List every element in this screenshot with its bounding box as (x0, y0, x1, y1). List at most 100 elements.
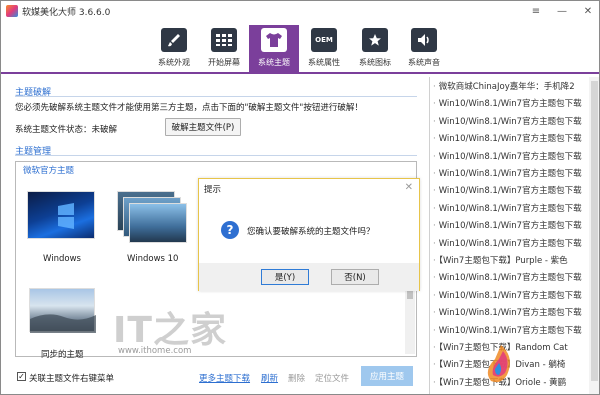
close-button[interactable]: ✕ (575, 1, 599, 21)
shirt-icon (261, 28, 287, 52)
bullet-icon: · (433, 221, 436, 232)
bullet-icon: · (433, 308, 436, 319)
news-item[interactable]: · Win10/Win8.1/Win7官方主题包下载 (433, 324, 583, 336)
news-item-text: Win10/Win8.1/Win7官方主题包下载 (438, 325, 582, 336)
news-item[interactable]: · Win10/Win8.1/Win7官方主题包下载 (433, 202, 583, 214)
crack-section-divider (15, 96, 417, 97)
theme-thumb-windows10[interactable] (129, 203, 187, 243)
news-item[interactable]: · Win10/Win8.1/Win7官方主题包下载 (433, 167, 583, 179)
minimize-button[interactable]: — (549, 1, 575, 21)
news-item-text: Win10/Win8.1/Win7官方主题包下载 (438, 290, 582, 301)
app-logo-icon (6, 5, 18, 17)
news-item-text: 【Win7主题包下载】Purple - 紫色 (438, 256, 568, 266)
tab-label: 系统声音 (408, 58, 440, 67)
news-scroll-thumb[interactable] (591, 81, 598, 381)
news-item[interactable]: · 微软商城ChinaJoy嘉年华：手机降2 (433, 80, 583, 92)
theme-thumb-synced[interactable] (29, 288, 96, 333)
bullet-icon: · (433, 343, 436, 353)
tab-system-theme[interactable]: 系统主题 (249, 25, 299, 73)
corner-logo-icon (481, 341, 521, 389)
bullet-icon: · (433, 290, 436, 301)
speaker-icon (411, 28, 437, 52)
main-toolbar: 系统外观 开始屏幕 系统主题 OEM 系统属性 系统图标 系统声音 (1, 21, 599, 73)
dialog-close-icon[interactable]: ✕ (405, 182, 413, 193)
news-item[interactable]: · Win10/Win8.1/Win7官方主题包下载 (433, 97, 583, 109)
menu-button[interactable]: ≡ (523, 1, 549, 21)
apply-theme-button[interactable]: 应用主题 (361, 366, 413, 386)
tab-label: 系统外观 (158, 58, 190, 67)
theme-label: Windows 10 (127, 254, 179, 264)
news-item-text: 微软商城ChinaJoy嘉年华：手机降2 (438, 82, 575, 92)
news-item[interactable]: · Win10/Win8.1/Win7官方主题包下载 (433, 271, 583, 283)
bullet-icon: · (433, 256, 436, 266)
tab-system-icons[interactable]: 系统图标 (350, 25, 400, 73)
bullet-icon: · (433, 273, 436, 284)
more-themes-link[interactable]: 更多主题下载 (199, 372, 250, 384)
news-item-text: Win10/Win8.1/Win7官方主题包下载 (438, 238, 582, 249)
news-item[interactable]: · 【Win7主题包下载】Purple - 紫色 (433, 254, 583, 266)
app-window: 软媒美化大师 3.6.6.0 ≡ — ✕ 系统外观 开始屏幕 系统主题 OEM … (0, 0, 600, 395)
refresh-link[interactable]: 刷新 (261, 372, 278, 384)
news-item-text: Win10/Win8.1/Win7官方主题包下载 (438, 134, 582, 145)
news-item[interactable]: · Win10/Win8.1/Win7官方主题包下载 (433, 306, 583, 318)
news-item[interactable]: · Win10/Win8.1/Win7官方主题包下载 (433, 150, 583, 162)
dialog-title: 提示 (204, 185, 222, 195)
window-controls: ≡ — ✕ (523, 1, 599, 21)
bullet-icon: · (433, 116, 436, 127)
theme-label: Windows (43, 254, 81, 264)
tab-appearance[interactable]: 系统外观 (149, 25, 199, 73)
title-bar: 软媒美化大师 3.6.6.0 ≡ — ✕ (1, 1, 599, 21)
bullet-icon: · (433, 151, 436, 162)
tab-start-screen[interactable]: 开始屏幕 (199, 25, 249, 73)
confirm-dialog: 提示 ✕ ? 您确认要破解系统的主题文件吗？ 是(Y) 否(N) (198, 178, 420, 291)
news-item[interactable]: · Win10/Win8.1/Win7官方主题包下载 (433, 132, 583, 144)
toolbar-divider (1, 72, 599, 74)
bullet-icon: · (433, 82, 436, 92)
star-icon (362, 28, 388, 52)
news-item[interactable]: · Win10/Win8.1/Win7官方主题包下载 (433, 289, 583, 301)
news-item[interactable]: · Win10/Win8.1/Win7官方主题包下载 (433, 219, 583, 231)
news-item[interactable]: · Win10/Win8.1/Win7官方主题包下载 (433, 237, 583, 249)
brush-icon (161, 28, 187, 52)
manage-section-divider (15, 155, 417, 156)
bullet-icon: · (433, 99, 436, 110)
context-menu-checkbox[interactable]: ✓ (17, 372, 26, 381)
tab-system-properties[interactable]: OEM 系统属性 (299, 25, 349, 73)
delete-link[interactable]: 删除 (288, 372, 305, 384)
news-item-text: Win10/Win8.1/Win7官方主题包下载 (438, 151, 582, 162)
tab-label: 系统主题 (258, 58, 290, 67)
news-item-text: Win10/Win8.1/Win7官方主题包下载 (438, 203, 582, 214)
tab-label: 开始屏幕 (208, 58, 240, 67)
crack-status: 系统主题文件状态：未破解 (15, 125, 118, 135)
question-icon: ? (221, 221, 239, 239)
bullet-icon: · (433, 325, 436, 336)
bullet-icon: · (433, 377, 436, 388)
news-item-text: Win10/Win8.1/Win7官方主题包下载 (438, 116, 582, 127)
grid-icon (211, 28, 237, 52)
theme-group-title: 微软官方主题 (23, 166, 75, 176)
crack-theme-button[interactable]: 破解主题文件(P) (165, 118, 241, 136)
ithome-watermark-url: www.ithome.com (118, 346, 192, 356)
tab-label: 系统图标 (359, 58, 391, 67)
dialog-no-button[interactable]: 否(N) (331, 269, 379, 285)
dialog-footer (199, 263, 419, 291)
bullet-icon: · (433, 360, 436, 371)
news-item-text: Win10/Win8.1/Win7官方主题包下载 (438, 169, 582, 179)
theme-thumb-windows[interactable] (27, 191, 95, 239)
dialog-message: 您确认要破解系统的主题文件吗？ (247, 227, 375, 237)
oem-icon: OEM (311, 28, 337, 52)
bullet-icon: · (433, 169, 436, 179)
context-menu-checkbox-label: 关联主题文件右键菜单 (29, 374, 115, 384)
locate-file-link[interactable]: 定位文件 (315, 372, 349, 384)
news-item[interactable]: · Win10/Win8.1/Win7官方主题包下载 (433, 115, 583, 127)
tab-system-sound[interactable]: 系统声音 (399, 25, 449, 73)
bullet-icon: · (433, 134, 436, 145)
news-item-text: Win10/Win8.1/Win7官方主题包下载 (438, 186, 582, 197)
theme-label: 同步的主题 (41, 350, 84, 360)
bullet-icon: · (433, 203, 436, 214)
news-item[interactable]: · Win10/Win8.1/Win7官方主题包下载 (433, 184, 583, 196)
dialog-yes-button[interactable]: 是(Y) (261, 269, 309, 285)
tab-label: 系统属性 (308, 58, 340, 67)
window-title: 软媒美化大师 3.6.6.0 (22, 7, 111, 18)
news-item-text: Win10/Win8.1/Win7官方主题包下载 (438, 221, 582, 232)
